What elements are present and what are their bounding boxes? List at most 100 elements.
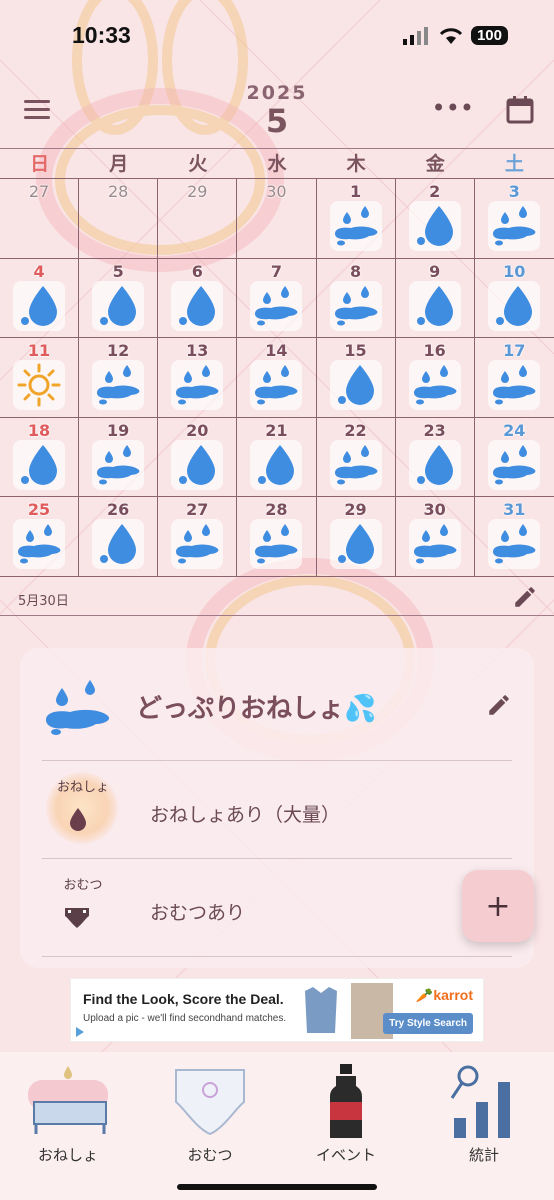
day-number: 9 [429, 261, 441, 281]
puddle-icon [250, 360, 303, 411]
day-detail-card: どっぷりおねしょ💦 おねしょ おねしょあり（大量） おむつ おむつあり [20, 648, 534, 968]
drop-icon [329, 519, 382, 570]
calendar-day-cell[interactable]: 22 [316, 417, 396, 498]
calendar-day-cell[interactable]: 19 [79, 417, 159, 498]
day-number: 17 [503, 341, 526, 361]
puddle-icon [92, 360, 145, 411]
pencil-icon[interactable] [512, 584, 538, 610]
calendar-day-cell[interactable]: 7 [237, 258, 317, 339]
calendar-day-cell[interactable]: 12 [79, 338, 159, 418]
day-number: 28 [265, 500, 288, 520]
calendar-day-cell[interactable]: 30 [395, 497, 475, 577]
puddle-icon [408, 360, 461, 411]
puddle-icon [92, 439, 145, 490]
signal-icon [402, 26, 428, 45]
calendar-day-cell[interactable]: 29 [158, 179, 238, 259]
calendar-day-cell[interactable]: 29 [316, 497, 396, 577]
calendar-day-cell[interactable]: 30 [237, 179, 317, 259]
tab-statistics[interactable]: 統計 [424, 1062, 544, 1182]
calendar-day-cell[interactable]: 13 [158, 338, 238, 418]
day-number: 15 [344, 341, 367, 361]
calendar-day-cell[interactable]: 9 [395, 258, 475, 339]
day-number: 13 [186, 341, 209, 361]
day-number: 2 [429, 182, 441, 201]
diaper-row[interactable]: おむつ おむつあり [42, 862, 512, 958]
puddle-icon [487, 360, 540, 411]
drop-icon [171, 280, 224, 331]
drop-icon [487, 280, 540, 331]
calendar-day-cell[interactable]: 21 [237, 417, 317, 498]
calendar-day-cell[interactable]: 31 [474, 497, 554, 577]
month-calendar: 日 月 火 水 木 金 土 27 28 29 30 1 2 3 4 5 6 7 8 9 10 11 12 13 1… [0, 148, 554, 577]
day-number: 8 [349, 261, 362, 281]
calendar-day-cell[interactable]: 20 [158, 417, 238, 498]
puddle-icon [487, 439, 540, 490]
calendar-day-cell[interactable]: 28 [79, 179, 159, 259]
bedwetting-row[interactable]: おねしょ おねしょあり（大量） [42, 764, 512, 860]
ad-banner[interactable]: Find the Look, Score the Deal. Upload a … [70, 978, 484, 1042]
calendar-day-cell[interactable]: 26 [79, 497, 159, 577]
pencil-icon[interactable] [486, 692, 512, 718]
drop-icon [329, 360, 382, 411]
puddle-icon [329, 201, 382, 251]
calendar-day-cell[interactable]: 28 [237, 497, 317, 577]
calendar-day-cell[interactable]: 14 [237, 338, 317, 418]
calendar-day-cell[interactable]: 23 [395, 417, 475, 498]
calendar-day-cell[interactable]: 27 [0, 179, 80, 259]
drop-icon [408, 280, 461, 331]
weekday-mon: 月 [109, 153, 129, 175]
puddle-icon [171, 519, 224, 570]
ad-brand: 🥕karrot [416, 987, 473, 1004]
day-number: 14 [265, 341, 288, 361]
tab-bedwetting[interactable]: おねしょ [8, 1062, 128, 1182]
day-number: 23 [423, 420, 446, 440]
puddle-icon [487, 519, 540, 570]
calendar-day-cell[interactable]: 24 [474, 418, 554, 498]
row-badge: おむつ [63, 878, 103, 893]
sun-icon [13, 360, 65, 411]
day-number: 25 [27, 500, 51, 520]
adchoices-icon[interactable] [73, 1025, 87, 1039]
calendar-day-cell[interactable]: 1 [316, 179, 396, 259]
day-number: 20 [186, 420, 209, 440]
day-number: 29 [344, 500, 367, 520]
row-text: おむつあり [150, 902, 246, 924]
ad-cta-button[interactable]: Try Style Search [383, 1013, 473, 1034]
calendar-day-cell[interactable]: 11 [0, 338, 80, 418]
drop-icon [92, 280, 145, 331]
drop-icon [171, 439, 224, 490]
calendar-day-cell[interactable]: 6 [158, 258, 238, 339]
day-summary[interactable]: どっぷりおねしょ💦 [42, 676, 512, 756]
tab-event[interactable]: イベント [286, 1062, 406, 1182]
calendar-day-cell[interactable]: 10 [474, 259, 554, 339]
calendar-day-cell[interactable]: 27 [158, 497, 238, 577]
wifi-icon [439, 27, 463, 44]
weekday-fri: 金 [425, 153, 445, 175]
weekday-wed: 水 [267, 153, 287, 175]
add-button[interactable]: + [462, 870, 534, 942]
day-number: 21 [265, 420, 288, 440]
summary-label: どっぷりおねしょ💦 [136, 694, 377, 724]
tab-label: 統計 [468, 1146, 499, 1164]
calendar-day-cell[interactable]: 16 [395, 338, 475, 418]
tab-label: おむつ [187, 1146, 233, 1164]
calendar-icon[interactable] [506, 96, 534, 124]
tab-diaper[interactable]: おむつ [150, 1062, 270, 1182]
calendar-day-cell[interactable]: 8 [316, 258, 396, 339]
calendar-day-cell[interactable]: 18 [0, 417, 80, 498]
day-number: 11 [27, 341, 51, 361]
calendar-day-cell[interactable]: 25 [0, 497, 80, 577]
more-options-icon[interactable]: ••• [432, 94, 474, 122]
calendar-day-cell[interactable]: 3 [474, 179, 554, 259]
calendar-day-cell[interactable]: 17 [474, 338, 554, 418]
diaper-icon [175, 1069, 245, 1136]
drop-icon [408, 201, 461, 251]
divider [42, 956, 512, 957]
puddle-icon [250, 519, 303, 570]
calendar-day-cell[interactable]: 4 [0, 258, 80, 339]
calendar-day-cell[interactable]: 5 [79, 258, 159, 339]
day-number: 30 [423, 500, 446, 520]
calendar-day-cell[interactable]: 15 [316, 338, 396, 418]
calendar-day-cell[interactable]: 2 [395, 179, 475, 259]
puddle-icon [46, 680, 110, 735]
